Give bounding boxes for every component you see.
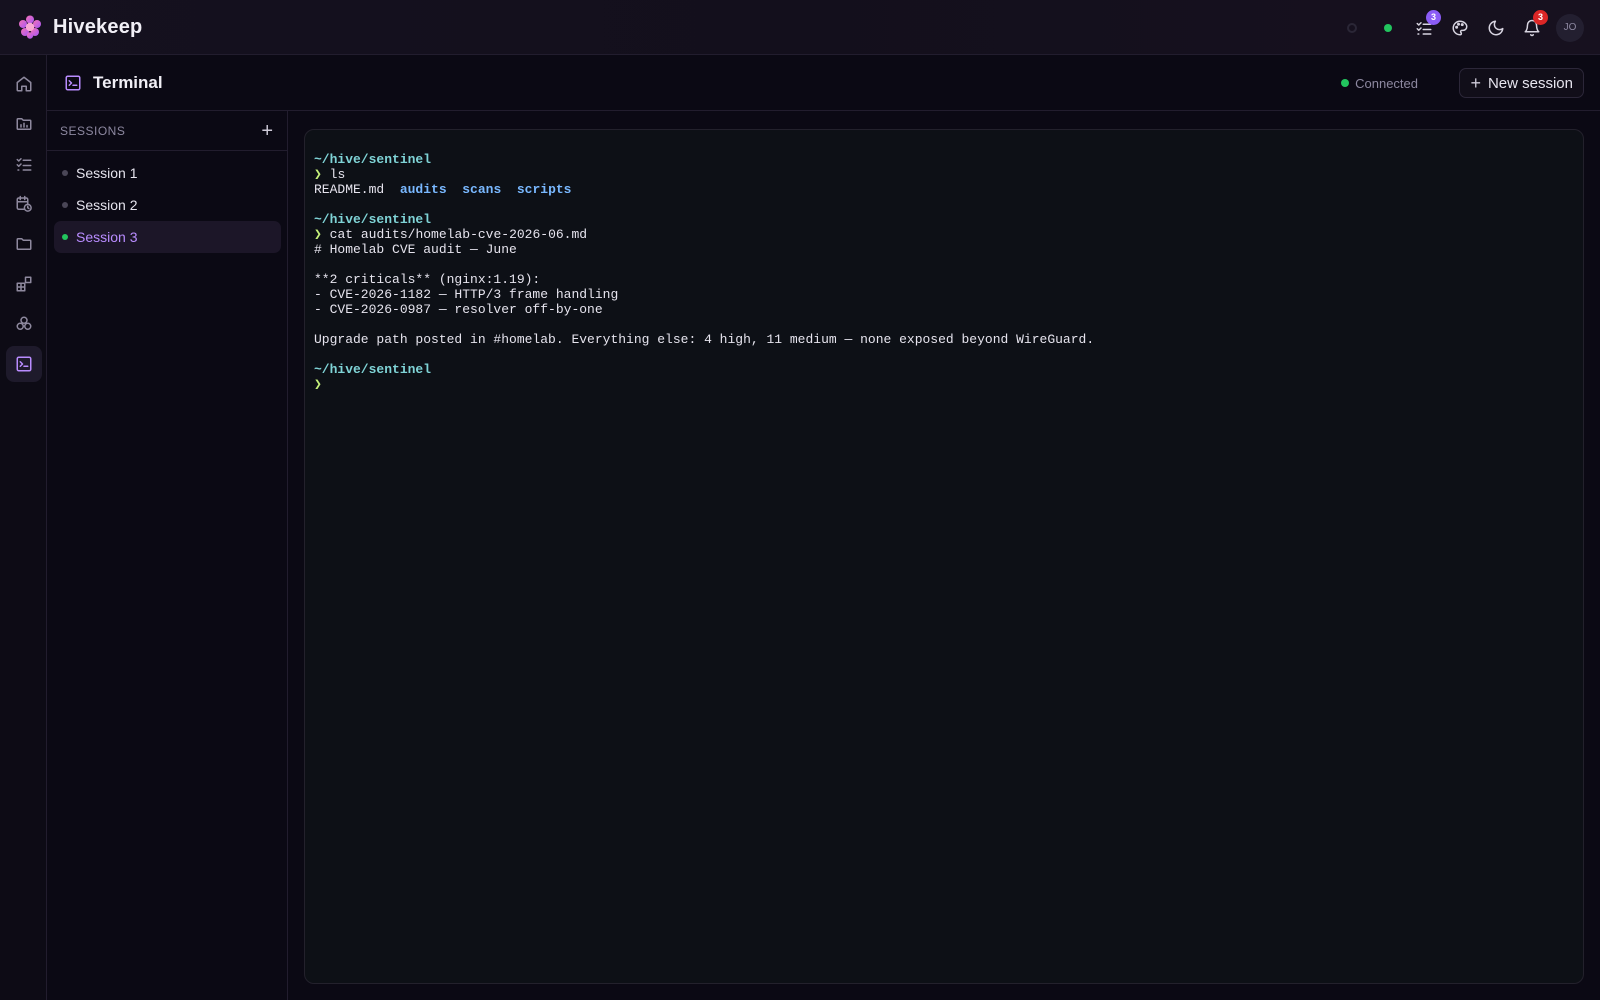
terminal-output-line: - CVE-2026-0987 — resolver off-by-one <box>314 302 603 317</box>
prompt-icon: ❯ <box>314 227 322 242</box>
nav-projects[interactable] <box>6 106 42 142</box>
tasks-badge: 3 <box>1426 9 1441 25</box>
plus-icon: + <box>1470 73 1481 93</box>
terminal-path: ~/hive/sentinel <box>314 212 432 227</box>
sessions-header: SESSIONS + <box>47 111 287 151</box>
session-status-dot-icon <box>62 234 68 240</box>
session-status-dot-icon <box>62 202 68 208</box>
apps-icon <box>16 276 32 292</box>
terminal-command-line: ❯ cat audits/homelab-cve-2026-06.md <box>314 227 1574 242</box>
terminal-dir: scans <box>462 182 502 197</box>
top-actions: 3 3 JO <box>1334 0 1584 55</box>
terminal-output-line: **2 criticals** (nginx:1.19): <box>314 272 541 287</box>
online-indicator <box>1370 10 1406 46</box>
nav-files[interactable] <box>6 226 42 262</box>
notifications-badge: 3 <box>1533 9 1548 25</box>
prompt-icon: ❯ <box>314 377 322 392</box>
brand[interactable]: Hivekeep <box>17 14 142 40</box>
notifications-button[interactable]: 3 <box>1514 9 1550 46</box>
app-name: Hivekeep <box>53 15 143 38</box>
projects-icon <box>16 118 32 130</box>
nav-apps[interactable] <box>6 266 42 302</box>
sessions-heading: SESSIONS <box>60 123 126 138</box>
terminal-input-line[interactable]: ❯ <box>314 377 1574 392</box>
connection-status-label: Connected <box>1355 75 1418 91</box>
nav-terminal[interactable] <box>6 346 42 382</box>
connection-status: Connected <box>1341 55 1418 111</box>
tasks-icon <box>16 158 32 171</box>
session-label: Session 2 <box>76 197 138 213</box>
terminal-file: README.md <box>314 182 385 197</box>
nav-schedule[interactable] <box>6 186 42 222</box>
hivekeep-logo-icon <box>19 15 41 39</box>
integrations-icon <box>16 316 32 330</box>
idle-indicator <box>1334 10 1370 46</box>
terminal-command-line: ❯ ls <box>314 167 1574 182</box>
new-session-button[interactable]: + New session <box>1459 68 1584 98</box>
dark-mode-button[interactable] <box>1478 10 1514 46</box>
terminal-dir: audits <box>399 182 447 197</box>
palette-icon <box>1452 20 1468 35</box>
sessions-panel: SESSIONS + Session 1 Session 2 Session 3 <box>47 111 288 1000</box>
terminal-path: ~/hive/sentinel <box>314 152 432 167</box>
files-icon <box>16 238 32 250</box>
tasks-button[interactable]: 3 <box>1406 9 1442 46</box>
session-status-dot-icon <box>62 170 68 176</box>
terminal-output-line: Upgrade path posted in #homelab. Everyth… <box>314 332 1095 347</box>
terminal-icon <box>16 356 32 372</box>
nav-tasks[interactable] <box>6 146 42 182</box>
theme-palette-button[interactable] <box>1442 10 1478 46</box>
user-avatar[interactable]: JO <box>1556 13 1584 42</box>
session-item[interactable]: Session 1 <box>54 157 281 189</box>
terminal-ls-output: README.md audits scans scripts <box>314 182 1574 197</box>
add-session-icon[interactable]: + <box>261 121 273 141</box>
terminal-command: ls <box>329 167 346 182</box>
online-dot-icon <box>1384 23 1392 32</box>
page-title: Terminal <box>93 72 163 92</box>
connected-dot-icon <box>1341 79 1350 87</box>
terminal-path: ~/hive/sentinel <box>314 362 432 377</box>
prompt-icon: ❯ <box>314 167 322 182</box>
session-label: Session 1 <box>76 165 138 181</box>
home-icon <box>16 76 32 92</box>
terminal-command: cat audits/homelab-cve-2026-06.md <box>329 227 588 242</box>
idle-dot-icon <box>1347 22 1357 33</box>
session-item-active[interactable]: Session 3 <box>54 221 281 253</box>
terminal-output[interactable]: ~/hive/sentinel ❯ ls README.md audits sc… <box>304 129 1584 984</box>
schedule-icon <box>16 195 32 212</box>
terminal-icon <box>65 75 81 90</box>
moon-icon <box>1488 20 1504 35</box>
session-label: Session 3 <box>76 229 138 245</box>
nav-home[interactable] <box>6 66 42 102</box>
session-list: Session 1 Session 2 Session 3 <box>47 151 287 253</box>
page-header: Terminal Connected + New session <box>47 55 1600 111</box>
terminal-output-line: - CVE-2026-1182 — HTTP/3 frame handling <box>314 287 619 302</box>
top-bar: Hivekeep 3 3 JO <box>0 0 1600 55</box>
nav-rail <box>0 55 47 1000</box>
terminal-dir: scripts <box>516 182 572 197</box>
session-item[interactable]: Session 2 <box>54 189 281 221</box>
new-session-label: New session <box>1487 74 1573 92</box>
terminal-output-line: # Homelab CVE audit — June <box>314 242 517 257</box>
nav-integrations[interactable] <box>6 306 42 342</box>
